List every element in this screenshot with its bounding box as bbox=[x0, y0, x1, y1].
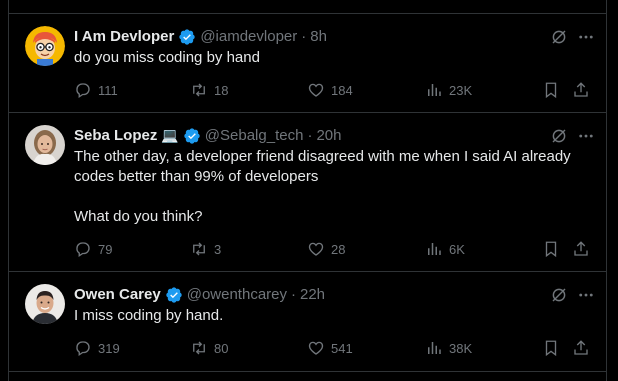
views-button[interactable]: 6K bbox=[425, 239, 465, 259]
bookmark-icon bbox=[545, 340, 557, 357]
more-options-icon[interactable] bbox=[576, 126, 596, 146]
reply-count: 111 bbox=[98, 82, 118, 98]
grok-icon[interactable] bbox=[549, 285, 569, 305]
like-button[interactable]: 541 bbox=[307, 338, 353, 358]
bookmark-button[interactable] bbox=[542, 80, 560, 100]
tweet-header: I Am Devloper @iamdevloper · 8h bbox=[74, 27, 596, 47]
share-icon bbox=[574, 82, 588, 97]
bookmark-icon bbox=[545, 82, 557, 99]
views-chart-icon bbox=[428, 84, 441, 96]
retweet-icon bbox=[193, 242, 205, 256]
verified-badge-icon bbox=[184, 128, 200, 144]
author-handle[interactable]: @iamdevloper bbox=[200, 27, 297, 47]
author-name[interactable]: Seba Lopez bbox=[74, 126, 157, 146]
retweet-button[interactable]: 3 bbox=[190, 239, 221, 259]
tweet-text: do you miss coding by hand bbox=[74, 49, 260, 66]
bookmark-icon bbox=[545, 241, 557, 258]
tweet-text: I miss coding by hand. bbox=[74, 307, 224, 324]
avatar[interactable] bbox=[25, 284, 65, 324]
views-button[interactable]: 23K bbox=[425, 80, 472, 100]
share-icon bbox=[574, 241, 588, 256]
photo-avatar-icon bbox=[25, 125, 65, 165]
reply-button[interactable]: 111 bbox=[74, 80, 118, 100]
tweet[interactable]: Seba Lopez 💻 @Sebalg_tech · 20h The othe… bbox=[9, 113, 606, 272]
views-chart-icon bbox=[428, 243, 441, 255]
like-button[interactable]: 28 bbox=[307, 239, 345, 259]
author-name[interactable]: I Am Devloper bbox=[74, 27, 174, 47]
cartoon-avatar-icon bbox=[25, 26, 65, 66]
view-count: 23K bbox=[449, 82, 473, 98]
more-options-icon[interactable] bbox=[576, 285, 596, 305]
timestamp[interactable]: 20h bbox=[316, 126, 341, 146]
tweet-actions: 111 18 184 23K bbox=[74, 80, 592, 100]
view-count: 38K bbox=[449, 340, 473, 356]
view-count: 6K bbox=[449, 241, 465, 257]
tweet-header: Owen Carey @owenthcarey · 22h bbox=[74, 285, 596, 305]
tweet-actions: 79 3 28 6K bbox=[74, 239, 592, 259]
share-button[interactable] bbox=[572, 80, 590, 100]
retweet-icon bbox=[193, 83, 205, 97]
reply-button[interactable]: 319 bbox=[74, 338, 120, 358]
retweet-count: 80 bbox=[214, 340, 229, 356]
bookmark-button[interactable] bbox=[542, 338, 560, 358]
retweet-count: 18 bbox=[214, 82, 229, 98]
share-icon bbox=[574, 340, 588, 355]
like-count: 541 bbox=[331, 340, 353, 356]
verified-badge-icon bbox=[166, 287, 182, 303]
author-name[interactable]: Owen Carey bbox=[74, 285, 161, 305]
timestamp[interactable]: 8h bbox=[310, 27, 327, 47]
tweet[interactable]: I Am Devloper @iamdevloper · 8h do you m… bbox=[9, 14, 606, 113]
avatar[interactable] bbox=[25, 26, 65, 66]
grok-icon[interactable] bbox=[549, 27, 569, 47]
more-options-icon[interactable] bbox=[576, 27, 596, 47]
separator-dot: · bbox=[301, 28, 307, 45]
heart-icon bbox=[308, 242, 324, 256]
heart-icon bbox=[308, 83, 324, 97]
avatar[interactable] bbox=[25, 125, 65, 165]
grok-icon[interactable] bbox=[549, 126, 569, 146]
verified-badge-icon bbox=[179, 29, 195, 45]
heart-icon bbox=[308, 341, 324, 355]
tweet-header: Seba Lopez 💻 @Sebalg_tech · 20h bbox=[74, 126, 596, 146]
bookmark-button[interactable] bbox=[542, 239, 560, 259]
reply-count: 319 bbox=[98, 340, 120, 356]
share-button[interactable] bbox=[572, 338, 590, 358]
reply-count: 79 bbox=[98, 241, 113, 257]
tweet-actions: 319 80 541 38K bbox=[74, 338, 592, 358]
laptop-emoji: 💻 bbox=[161, 128, 179, 144]
author-handle[interactable]: @owenthcarey bbox=[187, 285, 287, 305]
timestamp[interactable]: 22h bbox=[300, 285, 325, 305]
like-count: 28 bbox=[331, 241, 346, 257]
tweet[interactable]: Owen Carey @owenthcarey · 22h I miss cod… bbox=[9, 272, 606, 372]
views-chart-icon bbox=[428, 342, 441, 354]
separator-dot: · bbox=[307, 127, 313, 144]
retweet-icon bbox=[193, 341, 205, 355]
reply-icon bbox=[76, 341, 90, 357]
like-count: 184 bbox=[331, 82, 353, 98]
timeline-feed: I Am Devloper @iamdevloper · 8h do you m… bbox=[8, 0, 607, 381]
separator-dot: · bbox=[291, 286, 296, 303]
reply-icon bbox=[76, 242, 90, 258]
views-button[interactable]: 38K bbox=[425, 338, 472, 358]
photo-avatar-icon bbox=[25, 284, 65, 324]
retweet-count: 3 bbox=[214, 241, 222, 257]
reply-button[interactable]: 79 bbox=[74, 239, 112, 259]
share-button[interactable] bbox=[572, 239, 590, 259]
like-button[interactable]: 184 bbox=[307, 80, 353, 100]
author-handle[interactable]: @Sebalg_tech bbox=[205, 126, 304, 146]
reply-icon bbox=[76, 83, 90, 99]
tweet-text: The other day, a developer friend disagr… bbox=[74, 148, 571, 225]
retweet-button[interactable]: 80 bbox=[190, 338, 228, 358]
retweet-button[interactable]: 18 bbox=[190, 80, 228, 100]
